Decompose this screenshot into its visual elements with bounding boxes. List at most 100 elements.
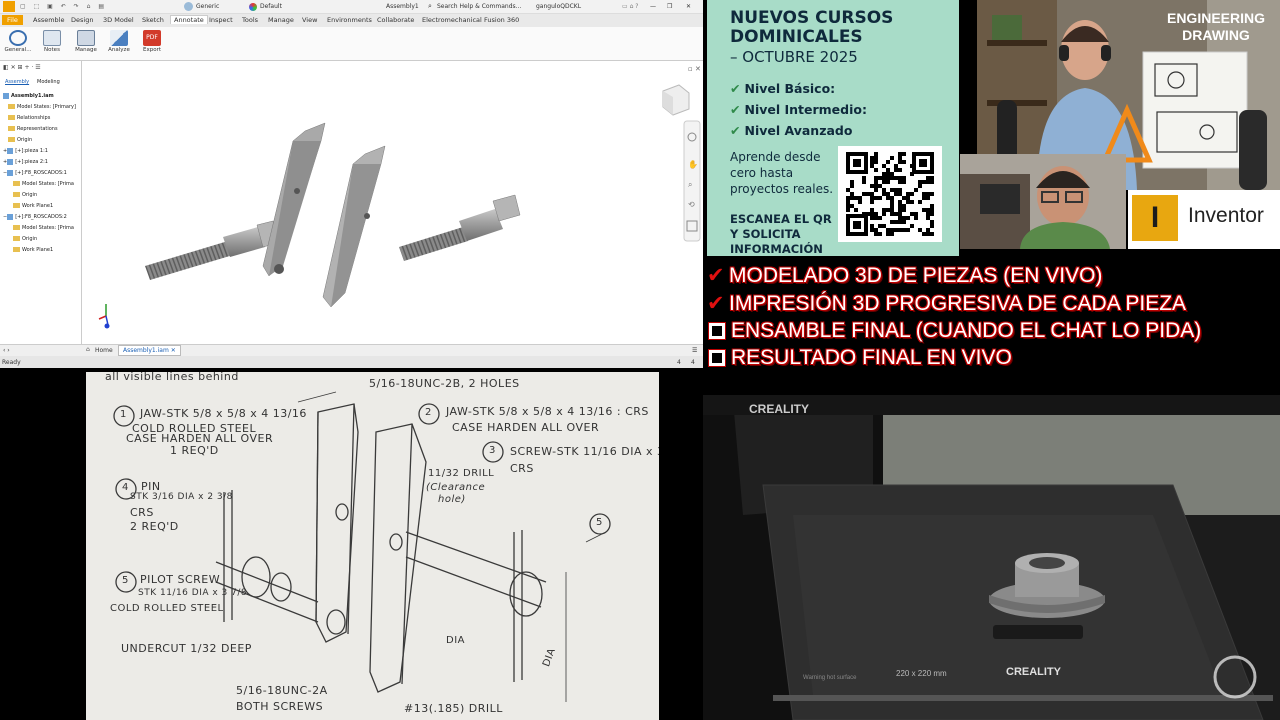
guest-webcam-scene	[960, 154, 1126, 249]
drawing-label: (Clearance	[426, 482, 486, 493]
tree-item[interactable]: Relationships	[8, 114, 50, 123]
tab-tools[interactable]: Tools	[242, 16, 258, 24]
qr-module	[918, 180, 922, 184]
qr-module	[870, 160, 874, 164]
qr-module	[898, 228, 902, 232]
general-dimension-button[interactable]: General...	[3, 29, 33, 59]
qr-code[interactable]	[838, 146, 942, 242]
appearance-select[interactable]: Generic	[196, 3, 219, 10]
tree-item[interactable]: Work Plane1	[13, 202, 53, 211]
tab-view[interactable]: View	[302, 16, 317, 24]
ad-body-line: cero hasta	[730, 166, 794, 180]
qr-module	[902, 196, 906, 200]
drawing-label: 11/32 DRILL	[428, 468, 495, 479]
qr-module	[930, 192, 934, 196]
notes-button[interactable]: Notes	[37, 29, 67, 59]
tree-item[interactable]: − [+]:F8_ROSCADOS:2	[3, 213, 67, 222]
tree-item[interactable]: Origin	[13, 235, 37, 244]
tree-item[interactable]: Model States: [Primary]	[8, 103, 76, 112]
drawing-label: 1 REQ'D	[170, 444, 219, 457]
drawing-label: hole)	[438, 494, 466, 505]
help-search[interactable]: Search Help & Commands...	[437, 3, 521, 10]
3d-viewport[interactable]: ✋ ⌕ ⟲ ▫ ✕	[83, 61, 703, 344]
ad-body-line: Aprende desde	[730, 150, 821, 164]
tab-home[interactable]: Home	[95, 347, 113, 354]
tab-assembly1[interactable]: Assembly1.iam ✕	[118, 345, 181, 356]
tab-menu-icon[interactable]: ☰	[692, 347, 697, 354]
qr-module	[926, 208, 930, 212]
tree-item[interactable]: Representations	[8, 125, 58, 134]
tab-manage[interactable]: Manage	[268, 16, 294, 24]
qr-module	[846, 204, 850, 208]
maximize-button[interactable]: ❐	[667, 3, 672, 10]
qr-module	[882, 164, 886, 168]
qr-module	[926, 176, 930, 180]
home-icon[interactable]: ⌂	[86, 346, 90, 353]
manage-button[interactable]: Manage	[71, 29, 101, 59]
tree-item[interactable]: + [+]:pieza 2:1	[3, 158, 48, 167]
tree-item[interactable]: Model States: [Prima	[13, 180, 74, 189]
browser-tab-modeling[interactable]: Modeling	[37, 78, 60, 87]
close-button[interactable]: ✕	[686, 3, 691, 10]
navigation-bar[interactable]: ✋ ⌕ ⟲	[683, 120, 701, 242]
qr-module	[922, 232, 926, 236]
tree-item[interactable]: Model States: [Prima	[13, 224, 74, 233]
jaw-1[interactable]	[262, 122, 326, 277]
tab-file[interactable]: File	[2, 15, 23, 25]
drawing-label: 5/16-18UNC-2B, 2 HOLES	[369, 377, 520, 390]
tab-inspect[interactable]: Inspect	[209, 16, 233, 24]
tree-item[interactable]: Origin	[13, 191, 37, 200]
tab-collaborate[interactable]: Collaborate	[377, 16, 414, 24]
callout-number: 2	[425, 407, 432, 418]
drawing-label: COLD ROLLED STEEL	[110, 603, 224, 614]
qr-module	[898, 212, 902, 216]
qr-module	[894, 188, 898, 192]
tab-sketch[interactable]: Sketch	[142, 16, 164, 24]
tab-assemble[interactable]: Assemble	[33, 16, 64, 24]
qr-module	[886, 192, 890, 196]
browser-tab-assembly[interactable]: Assembly	[5, 78, 29, 87]
tab-scroll-arrows[interactable]: ‹ ›	[3, 347, 10, 354]
drawing-label: SCREW-STK 11/16 DIA x 3 7/8	[510, 445, 659, 458]
search-icon[interactable]: ⌕	[428, 2, 432, 11]
drawing-label: all visible lines behind	[105, 372, 239, 383]
tree-item[interactable]: + [+]:pieza 1:1	[3, 147, 48, 156]
user-account[interactable]: ganguloQDCKL	[536, 3, 581, 10]
tree-item[interactable]: − [+]:F8_ROSCADOS:1	[3, 169, 67, 178]
jaw-2[interactable]	[322, 145, 386, 308]
tab-electromechanical[interactable]: Electromechanical	[422, 16, 482, 24]
qr-module	[930, 208, 934, 212]
inventor-window: ▢ ⬚ ▣ ↶ ↷ ⌂ ▤ Generic Default Assembly1 …	[0, 0, 703, 368]
browser-toolbar[interactable]: ◧ ✕ ⊞ + · ☰	[3, 63, 41, 72]
callout-number: 1	[120, 409, 127, 420]
qr-module	[874, 184, 878, 188]
view-cube[interactable]	[662, 84, 690, 116]
tree-root[interactable]: Assembly1.iam	[3, 92, 54, 101]
minimize-button[interactable]: —	[650, 3, 656, 10]
printer-brand-top: CREALITY	[749, 402, 809, 416]
tree-item[interactable]: Work Plane1	[13, 246, 53, 255]
pdf-icon: PDF	[143, 30, 161, 46]
qr-module	[926, 180, 930, 184]
left-screw[interactable]	[145, 220, 279, 280]
qr-module	[894, 176, 898, 180]
qat-icons[interactable]: ▢ ⬚ ▣ ↶ ↷ ⌂ ▤	[20, 3, 107, 10]
printer-scene	[703, 395, 1280, 720]
export-pdf-button[interactable]: PDF Export	[137, 29, 167, 59]
tab-environments[interactable]: Environments	[327, 16, 372, 24]
inventor-app-icon[interactable]	[3, 1, 15, 12]
qr-module	[870, 216, 874, 220]
qr-module	[870, 164, 874, 168]
tree-item[interactable]: Origin	[8, 136, 32, 145]
qr-module	[878, 224, 882, 228]
material-select[interactable]: Default	[260, 3, 282, 10]
qr-module	[886, 228, 890, 232]
qat-right-icons[interactable]: ▭ ⌂ ?	[622, 3, 638, 10]
tab-annotate[interactable]: Annotate	[170, 15, 208, 24]
right-screw[interactable]	[399, 194, 521, 261]
tab-design[interactable]: Design	[71, 16, 93, 24]
tab-fusion-360[interactable]: Fusion 360	[484, 16, 519, 24]
analyze-button[interactable]: Analyze	[104, 29, 134, 59]
tab-3d-model[interactable]: 3D Model	[103, 16, 134, 24]
ad-cta-line: Y SOLICITA	[730, 227, 801, 241]
